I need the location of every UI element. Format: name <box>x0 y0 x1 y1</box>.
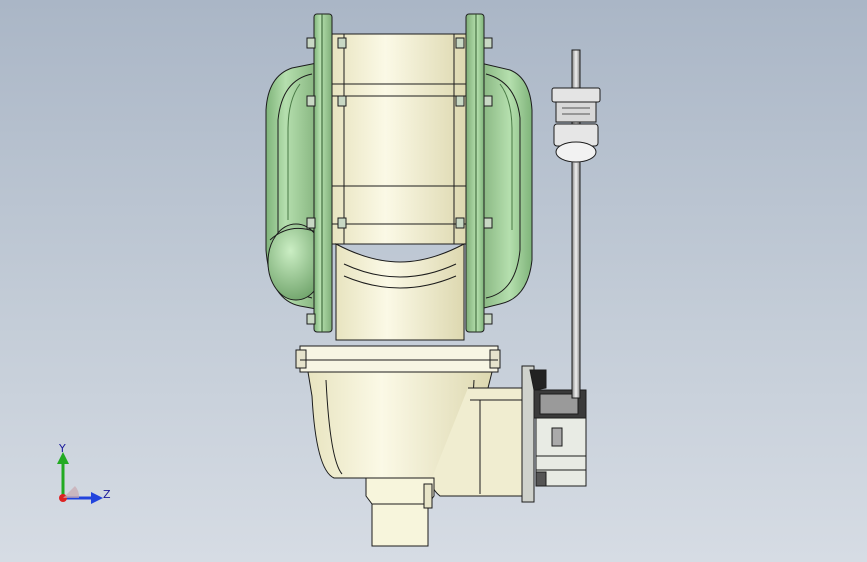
left-actuator-housing <box>265 13 333 333</box>
sensor-rod <box>551 49 601 399</box>
z-axis-label: Z <box>103 488 111 501</box>
right-actuator-housing <box>465 13 533 333</box>
rotation-wedge <box>63 486 80 498</box>
central-yoke <box>331 33 467 341</box>
valve-body <box>307 371 529 547</box>
z-axis-head <box>91 492 103 504</box>
y-axis-label: Y <box>58 442 66 455</box>
cad-viewport[interactable]: Y Z <box>0 0 867 562</box>
valve-assembly-model[interactable] <box>0 0 867 562</box>
body-flange-plate <box>295 345 501 373</box>
axis-triad: Y Z <box>57 442 111 504</box>
